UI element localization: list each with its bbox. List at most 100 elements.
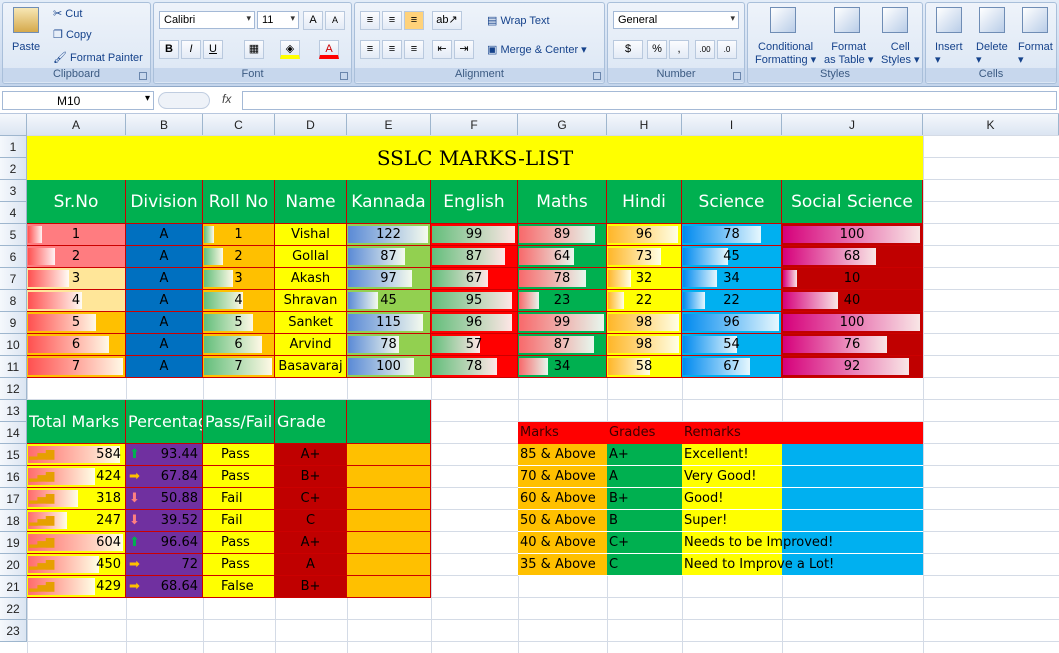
total-marks-cell[interactable]: ▂▄▆ 450: [27, 554, 126, 576]
data-cell-mat[interactable]: 99: [518, 312, 607, 334]
data-cell-div[interactable]: A: [126, 246, 203, 268]
data-cell-hin[interactable]: 22: [607, 290, 682, 312]
grade-range-cell[interactable]: 50 & Above: [518, 510, 607, 532]
delete-cells-icon[interactable]: [979, 7, 1005, 33]
wrap-text-button[interactable]: ▤ Wrap Text: [487, 14, 550, 27]
copy-button[interactable]: ❐ Copy: [53, 28, 92, 41]
blank-orange-cell[interactable]: [347, 532, 431, 554]
data-cell-mat[interactable]: 34: [518, 356, 607, 378]
format-button[interactable]: Format ▾: [1018, 41, 1053, 66]
grades-header-marks[interactable]: Marks: [518, 422, 607, 444]
column-header-i[interactable]: I: [682, 114, 782, 136]
data-cell-roll[interactable]: 6: [203, 334, 275, 356]
data-cell-kan[interactable]: 87: [347, 246, 431, 268]
cell-styles-button[interactable]: Cell Styles ▾: [881, 41, 920, 67]
select-all-corner[interactable]: [0, 114, 27, 136]
shrink-font-button[interactable]: A: [325, 11, 345, 30]
borders-button[interactable]: ▦: [244, 40, 264, 59]
alignment-launcher-icon[interactable]: [593, 72, 601, 80]
data-cell-roll[interactable]: 7: [203, 356, 275, 378]
data-cell-div[interactable]: A: [126, 356, 203, 378]
pass-fail-cell[interactable]: Fail: [203, 510, 275, 532]
blank-blue-cell[interactable]: [782, 466, 923, 488]
data-cell-hin[interactable]: 73: [607, 246, 682, 268]
conditional-formatting-button[interactable]: Conditional Formatting ▾: [755, 41, 816, 67]
row-header-18[interactable]: 18: [0, 510, 27, 532]
grade-letter-cell[interactable]: B: [607, 510, 682, 532]
header-cell[interactable]: Name: [275, 180, 347, 224]
data-cell-div[interactable]: A: [126, 334, 203, 356]
data-cell-roll[interactable]: 1: [203, 224, 275, 246]
data-cell-mat[interactable]: 89: [518, 224, 607, 246]
cell-styles-icon[interactable]: [882, 7, 908, 33]
data-cell-soc[interactable]: 100: [782, 224, 923, 246]
header-cell[interactable]: Roll No: [203, 180, 275, 224]
blank-blue-cell[interactable]: [782, 444, 923, 466]
blank-orange-cell[interactable]: [347, 488, 431, 510]
format-painter-button[interactable]: 🖌 Format Painter: [53, 51, 143, 64]
pass-fail-cell[interactable]: Pass: [203, 444, 275, 466]
row-header-1[interactable]: 1: [0, 136, 27, 158]
column-header-j[interactable]: J: [782, 114, 923, 136]
header-cell[interactable]: Science: [682, 180, 782, 224]
pass-fail-cell[interactable]: Pass: [203, 532, 275, 554]
insert-button[interactable]: Insert ▾: [935, 41, 963, 66]
row-header-4[interactable]: 4: [0, 202, 27, 224]
grade-remark-cell[interactable]: Need to Improve a Lot!: [682, 554, 834, 576]
bold-button[interactable]: B: [159, 40, 179, 59]
header-cell[interactable]: Social Science: [782, 180, 923, 224]
data-cell-name[interactable]: Basavaraj: [275, 356, 347, 378]
summary-header-cell[interactable]: Total Marks: [27, 400, 126, 444]
pass-fail-cell[interactable]: Pass: [203, 554, 275, 576]
percentage-cell[interactable]: ⬆ 93.44: [126, 444, 203, 466]
data-cell-soc[interactable]: 68: [782, 246, 923, 268]
data-cell-div[interactable]: A: [126, 224, 203, 246]
grade-letter-cell[interactable]: A: [607, 466, 682, 488]
italic-button[interactable]: I: [181, 40, 201, 59]
data-cell-sci[interactable]: 78: [682, 224, 782, 246]
column-header-c[interactable]: C: [203, 114, 275, 136]
row-header-21[interactable]: 21: [0, 576, 27, 598]
row-header-13[interactable]: 13: [0, 400, 27, 422]
row-header-16[interactable]: 16: [0, 466, 27, 488]
data-cell-kan[interactable]: 78: [347, 334, 431, 356]
column-header-a[interactable]: A: [27, 114, 126, 136]
format-as-table-icon[interactable]: [834, 7, 860, 33]
data-cell-div[interactable]: A: [126, 268, 203, 290]
row-header-5[interactable]: 5: [0, 224, 27, 246]
insert-function-icon[interactable]: fx: [222, 92, 231, 106]
data-cell-sr[interactable]: 3: [27, 268, 126, 290]
grade-range-cell[interactable]: 85 & Above: [518, 444, 607, 466]
font-name-select[interactable]: Calibri: [159, 11, 255, 29]
pass-fail-cell[interactable]: Fail: [203, 488, 275, 510]
row-header-7[interactable]: 7: [0, 268, 27, 290]
data-cell-name[interactable]: Arvind: [275, 334, 347, 356]
row-header-9[interactable]: 9: [0, 312, 27, 334]
data-cell-div[interactable]: A: [126, 290, 203, 312]
grade-letter-cell[interactable]: C+: [607, 532, 682, 554]
grade-cell[interactable]: B+: [275, 576, 347, 598]
formula-input[interactable]: [242, 91, 1057, 110]
grade-remark-cell[interactable]: Excellent!: [682, 444, 782, 466]
title-cell[interactable]: SSLC MARKS-LIST: [27, 136, 923, 180]
total-marks-cell[interactable]: ▂▄▆ 584: [27, 444, 126, 466]
decrease-indent-button[interactable]: ⇤: [432, 40, 452, 59]
data-cell-soc[interactable]: 100: [782, 312, 923, 334]
blank-orange-cell[interactable]: [347, 554, 431, 576]
data-cell-sci[interactable]: 67: [682, 356, 782, 378]
data-cell-hin[interactable]: 98: [607, 334, 682, 356]
data-cell-roll[interactable]: 3: [203, 268, 275, 290]
data-cell-mat[interactable]: 87: [518, 334, 607, 356]
grade-cell[interactable]: C+: [275, 488, 347, 510]
total-marks-cell[interactable]: ▂▄▆ 247: [27, 510, 126, 532]
data-cell-sr[interactable]: 5: [27, 312, 126, 334]
header-cell[interactable]: Division: [126, 180, 203, 224]
blank-blue-cell[interactable]: [782, 510, 923, 532]
row-header-22[interactable]: 22: [0, 598, 27, 620]
data-cell-roll[interactable]: 5: [203, 312, 275, 334]
row-header-20[interactable]: 20: [0, 554, 27, 576]
comma-button[interactable]: ,: [669, 40, 689, 59]
formula-bar-splitter[interactable]: [158, 92, 210, 109]
grade-range-cell[interactable]: 35 & Above: [518, 554, 607, 576]
paste-icon[interactable]: [13, 7, 39, 33]
